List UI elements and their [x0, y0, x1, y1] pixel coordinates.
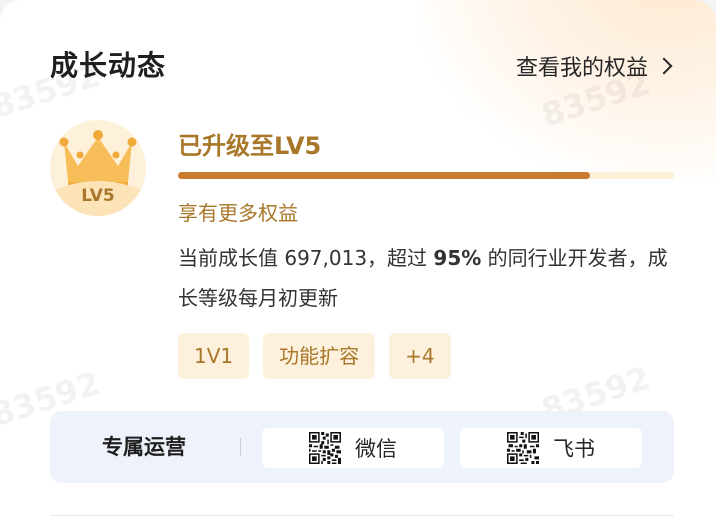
feishu-label: 飞书 — [553, 437, 595, 461]
qr-code-icon — [309, 432, 341, 464]
level-title: 已升级至LV5 — [178, 132, 322, 160]
level-badge: LV5 — [50, 120, 146, 216]
growth-card: 83592 83592 83592 83592 成长动态 查看我的权益 LV5 … — [0, 0, 716, 520]
divider — [240, 438, 241, 456]
view-my-rights-link[interactable]: 查看我的权益 — [515, 50, 673, 82]
chip-more[interactable]: +4 — [389, 333, 451, 379]
growth-progress-bar — [178, 172, 674, 179]
qr-code-icon — [507, 432, 539, 464]
growth-description-prefix: 当前成长值 697,013，超过 — [178, 246, 434, 270]
dedicated-operations-label: 专属运营 — [102, 435, 186, 459]
dedicated-operations-bar: 专属运营 微信 飞书 — [50, 411, 674, 483]
feishu-button[interactable]: 飞书 — [460, 428, 642, 468]
decorative-glow — [416, 0, 716, 180]
benefit-chips: 1V1 功能扩容 +4 — [178, 333, 451, 379]
growth-progress-fill — [178, 172, 590, 179]
chip-feature-expansion[interactable]: 功能扩容 — [263, 333, 376, 379]
bottom-divider — [50, 515, 674, 516]
chevron-right-icon — [655, 57, 673, 75]
wechat-button[interactable]: 微信 — [262, 428, 444, 468]
growth-percentile: 95% — [433, 246, 482, 270]
wechat-label: 微信 — [355, 437, 397, 461]
level-subtitle: 享有更多权益 — [178, 201, 298, 225]
growth-description: 当前成长值 697,013，超过 95% 的同行业开发者，成长等级每月初更新 — [178, 238, 668, 318]
section-title: 成长动态 — [50, 49, 167, 82]
chip-1v1[interactable]: 1V1 — [178, 333, 250, 379]
level-badge-text: LV5 — [81, 186, 115, 206]
view-my-rights-label: 查看我的权益 — [515, 56, 648, 81]
